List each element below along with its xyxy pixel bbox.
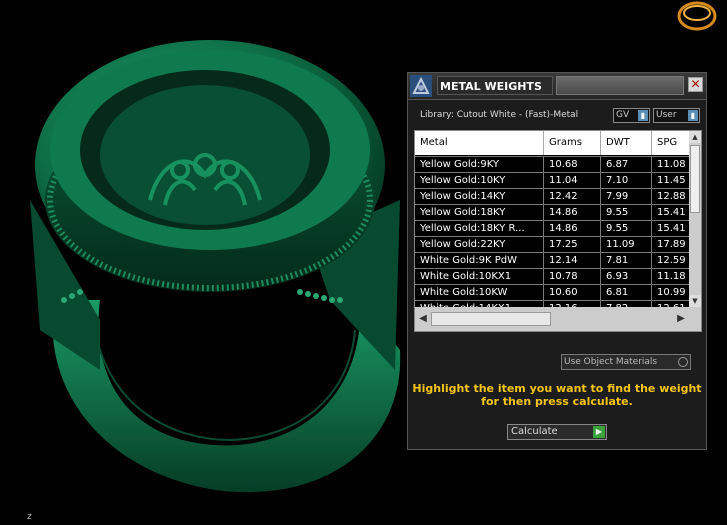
toggle-circle-icon — [678, 357, 688, 367]
table-row[interactable]: White Gold:9K PdW 12.14 7.81 12.59 — [415, 252, 689, 268]
instruction-text: Highlight the item you want to find the … — [408, 382, 706, 408]
cell-grams: 14.86 — [544, 221, 601, 236]
use-object-materials-toggle[interactable]: Use Object Materials — [561, 354, 691, 370]
cell-metal: White Gold:10KX1 — [415, 269, 544, 284]
vertical-scrollbar[interactable]: ▲ ▼ — [689, 131, 701, 307]
table-row[interactable]: Yellow Gold:14KY 12.42 7.99 12.88 — [415, 188, 689, 204]
table-row[interactable]: Yellow Gold:10KY 11.04 7.10 11.45 — [415, 172, 689, 188]
cell-grams: 14.86 — [544, 205, 601, 220]
axis-indicator: z — [27, 512, 32, 522]
cell-dwt: 7.10 — [601, 173, 652, 188]
use-object-materials-label: Use Object Materials — [564, 357, 658, 367]
unit-select-gv[interactable]: GV ▮ — [613, 108, 650, 123]
table-header: Metal Grams DWT SPG — [415, 131, 689, 155]
ring-logo-icon[interactable] — [676, 0, 718, 32]
table-row[interactable]: Yellow Gold:18KY 14.86 9.55 15.41 — [415, 204, 689, 220]
cell-grams: 10.60 — [544, 285, 601, 300]
library-label: Library: Cutout White - (Fast)-Metal — [420, 110, 579, 120]
cell-metal: Yellow Gold:14KY — [415, 189, 544, 204]
close-icon[interactable]: ✕ — [688, 77, 703, 92]
title-bar-fill — [556, 76, 684, 95]
cell-metal: Yellow Gold:22KY — [415, 237, 544, 252]
scroll-down-icon[interactable]: ▼ — [689, 295, 701, 307]
metal-table[interactable]: Metal Grams DWT SPG Yellow Gold:9KY 10.68… — [414, 130, 702, 332]
cell-grams: 12.42 — [544, 189, 601, 204]
program-logo-icon — [410, 75, 432, 97]
cell-metal: White Gold:10KW — [415, 285, 544, 300]
column-header-grams[interactable]: Grams — [544, 131, 601, 155]
play-icon: ▶ — [593, 426, 605, 438]
panel-title: METAL WEIGHTS — [437, 76, 553, 95]
cell-dwt: 6.93 — [601, 269, 652, 284]
cell-dwt: 9.55 — [601, 221, 652, 236]
cell-grams: 10.68 — [544, 157, 601, 172]
cell-dwt: 7.81 — [601, 253, 652, 268]
dropdown-arrow-icon: ▮ — [638, 110, 648, 121]
cell-dwt: 9.55 — [601, 205, 652, 220]
cell-grams: 12.14 — [544, 253, 601, 268]
unit-select-user-value: User — [656, 110, 677, 120]
table-body: Yellow Gold:9KY 10.68 6.87 11.08 Yellow Gold… — [415, 156, 689, 331]
instruction-line-2: for then press calculate. — [481, 395, 633, 408]
table-row[interactable]: Yellow Gold:18KY R... 14.86 9.55 15.41 — [415, 220, 689, 236]
cell-metal: Yellow Gold:10KY — [415, 173, 544, 188]
scroll-thumb[interactable] — [690, 145, 700, 213]
scroll-left-icon[interactable]: ◀ — [417, 313, 429, 325]
cell-grams: 11.04 — [544, 173, 601, 188]
table-row[interactable]: Yellow Gold:22KY 17.25 11.09 17.89 — [415, 236, 689, 252]
ring-model[interactable] — [30, 40, 401, 493]
table-row[interactable]: White Gold:10KX1 10.78 6.93 11.18 — [415, 268, 689, 284]
cell-metal: White Gold:9K PdW — [415, 253, 544, 268]
unit-select-gv-value: GV — [616, 110, 630, 120]
cell-dwt: 6.87 — [601, 157, 652, 172]
metal-weights-panel: METAL WEIGHTS ✕ Library: Cutout White - … — [407, 72, 707, 450]
calculate-label: Calculate — [511, 426, 558, 437]
dropdown-arrow-icon: ▮ — [688, 110, 698, 121]
column-header-dwt[interactable]: DWT — [601, 131, 652, 155]
table-row[interactable]: Yellow Gold:9KY 10.68 6.87 11.08 — [415, 156, 689, 172]
cell-metal: Yellow Gold:18KY R... — [415, 221, 544, 236]
unit-select-user[interactable]: User ▮ — [653, 108, 700, 123]
calculate-button[interactable]: Calculate ▶ — [507, 424, 607, 440]
scroll-thumb-horizontal[interactable] — [431, 312, 551, 326]
cell-dwt: 11.09 — [601, 237, 652, 252]
cell-grams: 17.25 — [544, 237, 601, 252]
column-header-metal[interactable]: Metal — [415, 131, 544, 155]
table-row[interactable]: White Gold:10KW 10.60 6.81 10.99 — [415, 284, 689, 300]
panel-titlebar[interactable]: METAL WEIGHTS ✕ — [408, 73, 706, 100]
instruction-line-1: Highlight the item you want to find the … — [412, 382, 702, 395]
cell-dwt: 6.81 — [601, 285, 652, 300]
cell-metal: Yellow Gold:18KY — [415, 205, 544, 220]
scroll-up-icon[interactable]: ▲ — [689, 131, 701, 143]
horizontal-scrollbar[interactable]: ◀ ▶ — [415, 307, 701, 331]
cell-metal: Yellow Gold:9KY — [415, 157, 544, 172]
scroll-right-icon[interactable]: ▶ — [675, 313, 687, 325]
cell-grams: 10.78 — [544, 269, 601, 284]
cell-dwt: 7.99 — [601, 189, 652, 204]
